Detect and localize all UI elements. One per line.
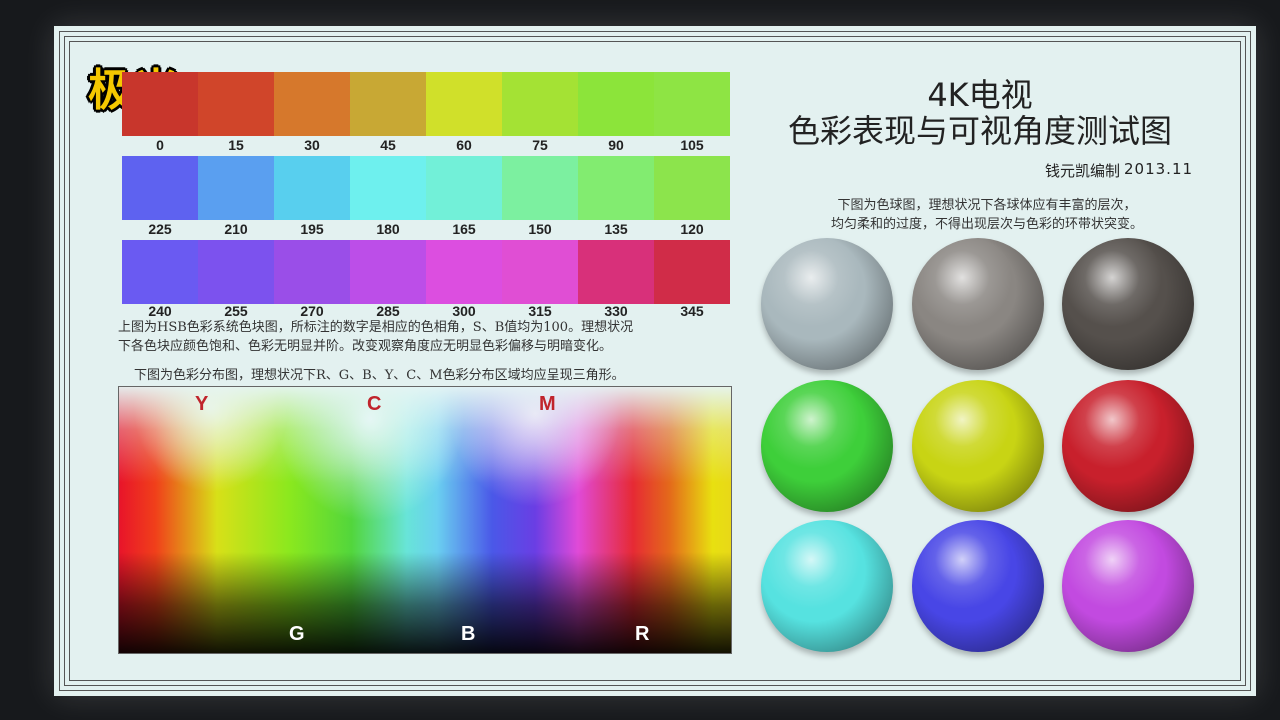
hue-swatch-240 xyxy=(122,240,198,304)
gamut-label-y: Y xyxy=(195,393,209,415)
hue-angle-label: 135 xyxy=(604,221,628,237)
sphere-blue xyxy=(912,520,1044,652)
sphere-yellow xyxy=(912,380,1044,512)
hue-angle-label: 75 xyxy=(532,137,548,153)
hue-angle-label: 180 xyxy=(376,221,400,237)
gamut-label-b: B xyxy=(461,623,476,645)
hue-swatch-0 xyxy=(122,72,198,136)
hue-swatch-105 xyxy=(654,72,730,136)
hue-angle-label: 30 xyxy=(304,137,320,153)
hue-swatch-255 xyxy=(198,240,274,304)
hue-angle-label: 345 xyxy=(680,303,704,319)
gamut-label-m: M xyxy=(539,393,556,415)
hue-swatch-330 xyxy=(578,240,654,304)
hue-swatch-15 xyxy=(198,72,274,136)
sphere-dark-gray xyxy=(1062,238,1194,370)
hue-swatch-165 xyxy=(426,156,502,220)
hue-angle-label: 210 xyxy=(224,221,248,237)
hue-angle-label: 90 xyxy=(608,137,624,153)
sphere-mid-gray xyxy=(912,238,1044,370)
hue-swatch-270 xyxy=(274,240,350,304)
hue-swatch-135 xyxy=(578,156,654,220)
hue-swatch-225 xyxy=(122,156,198,220)
sphere-desc-line-2: 均匀柔和的过度，不得出现层次与色彩的环带状突变。 xyxy=(830,217,1143,232)
author-label: 钱元凯编制 xyxy=(1044,162,1120,180)
hue-swatch-315 xyxy=(502,240,578,304)
hue-angle-label: 240 xyxy=(148,303,172,319)
sphere-cyan xyxy=(761,520,893,652)
hue-swatch-180 xyxy=(350,156,426,220)
hue-angle-label: 195 xyxy=(300,221,324,237)
hue-angle-label: 270 xyxy=(300,303,324,319)
hue-swatch-120 xyxy=(654,156,730,220)
sphere-light-gray xyxy=(761,238,893,370)
gamut-description: 下图为色彩分布图，理想状况下R、G、B、Y、C、M色彩分布区域均应呈现三角形。 xyxy=(134,368,625,383)
hue-swatch-285 xyxy=(350,240,426,304)
hue-desc-line-2: 下各色块应颜色饱和、色彩无明显并阶。改变观察角度应无明显色彩偏移与明暗变化。 xyxy=(118,339,613,354)
hue-row-3 xyxy=(122,240,730,304)
hue-angle-label: 300 xyxy=(452,303,476,319)
hue-angle-label: 315 xyxy=(528,303,552,319)
hue-angle-label: 255 xyxy=(224,303,248,319)
gamut-label-c: C xyxy=(367,393,382,415)
hue-angle-label: 120 xyxy=(680,221,704,237)
sphere-green xyxy=(761,380,893,512)
sphere-description: 下图为色球图，理想状况下各球体应有丰富的层次， 均匀柔和的过度，不得出现层次与色… xyxy=(762,196,1212,234)
hue-labels-2: 225 210 195 180 165 150 135 120 xyxy=(122,221,730,237)
date-label: 2013.11 xyxy=(1124,160,1194,178)
hue-row-2 xyxy=(122,156,730,220)
sphere-magenta xyxy=(1062,520,1194,652)
hue-swatch-150 xyxy=(502,156,578,220)
hue-swatch-90 xyxy=(578,72,654,136)
hue-description: 上图为HSB色彩系统色块图，所标注的数字是相应的色相角，S、B值均为100。理想… xyxy=(118,318,738,356)
hue-swatch-45 xyxy=(350,72,426,136)
hue-angle-label: 0 xyxy=(156,137,164,153)
hue-swatch-300 xyxy=(426,240,502,304)
hue-angle-label: 45 xyxy=(380,137,396,153)
gamut-label-r: R xyxy=(635,623,650,645)
sphere-desc-line-1: 下图为色球图，理想状况下各球体应有丰富的层次， xyxy=(837,198,1137,213)
title-line-2: 色彩表现与可视角度测试图 xyxy=(787,112,1172,150)
hue-angle-label: 225 xyxy=(148,221,172,237)
hue-angle-label: 105 xyxy=(680,137,704,153)
hue-angle-label: 60 xyxy=(456,137,472,153)
color-gamut-image: Y C M G B R xyxy=(118,386,732,654)
sphere-red xyxy=(1062,380,1194,512)
hue-swatch-345 xyxy=(654,240,730,304)
gamut-label-g: G xyxy=(289,623,305,645)
hue-swatch-30 xyxy=(274,72,350,136)
hue-labels-1: 0 15 30 45 60 75 90 105 xyxy=(122,137,730,153)
hue-labels-3: 240 255 270 285 300 315 330 345 xyxy=(122,303,730,319)
hue-angle-label: 150 xyxy=(528,221,552,237)
hue-swatch-210 xyxy=(198,156,274,220)
hue-angle-label: 165 xyxy=(452,221,476,237)
hue-angle-label: 330 xyxy=(604,303,628,319)
hue-row-1 xyxy=(122,72,730,136)
hue-swatch-75 xyxy=(502,72,578,136)
hue-swatch-60 xyxy=(426,72,502,136)
hue-swatch-195 xyxy=(274,156,350,220)
hue-angle-label: 15 xyxy=(228,137,244,153)
hue-angle-label: 285 xyxy=(376,303,400,319)
hue-desc-line-1: 上图为HSB色彩系统色块图，所标注的数字是相应的色相角，S、B值均为100。理想… xyxy=(118,320,634,335)
